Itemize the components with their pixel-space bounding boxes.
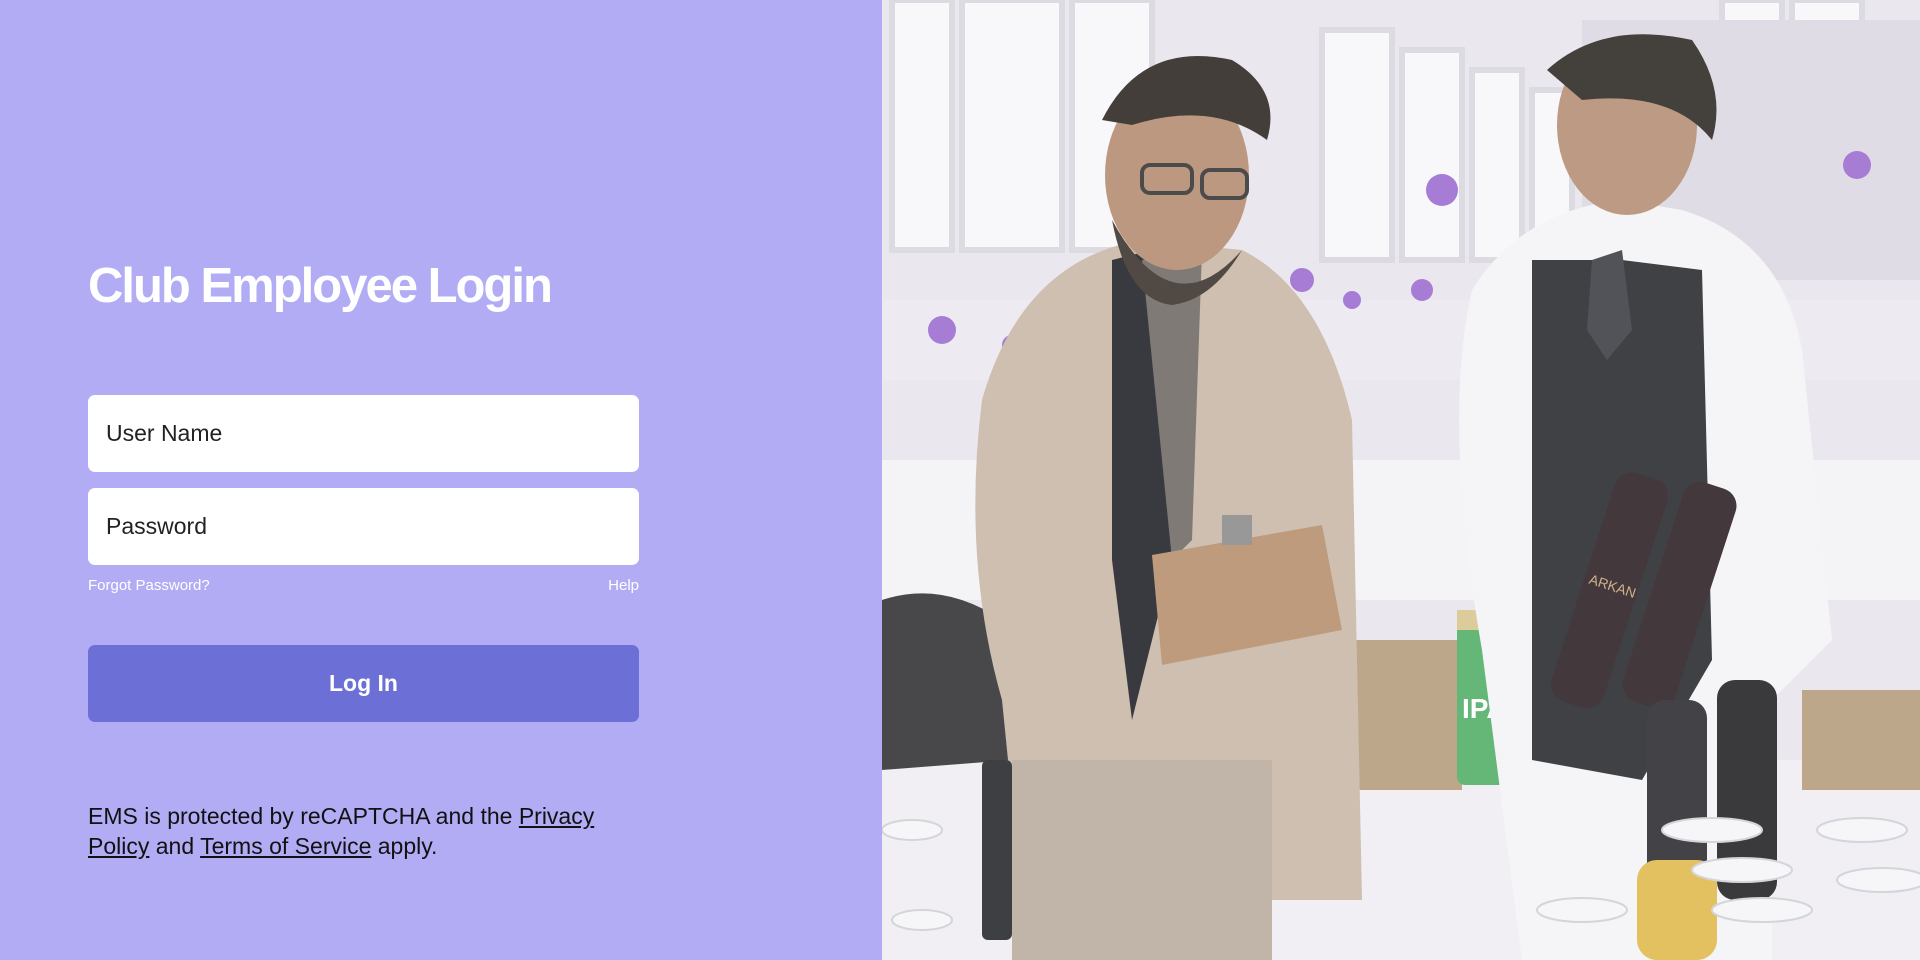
help-link[interactable]: Help: [608, 577, 639, 594]
login-button[interactable]: Log In: [88, 645, 639, 722]
username-input[interactable]: [88, 395, 639, 472]
recaptcha-middle: and: [149, 833, 201, 859]
terms-of-service-link[interactable]: Terms of Service: [200, 833, 371, 859]
hero-photo-illustration: IPA ARKAN: [882, 0, 1920, 960]
auth-links: Forgot Password? Help: [88, 577, 639, 597]
hero-photo: IPA ARKAN: [882, 0, 1920, 960]
recaptcha-prefix: EMS is protected by reCAPTCHA and the: [88, 803, 519, 829]
password-input[interactable]: [88, 488, 639, 565]
page-title: Club Employee Login: [88, 259, 553, 313]
recaptcha-notice: EMS is protected by reCAPTCHA and the Pr…: [88, 801, 648, 861]
recaptcha-suffix: apply.: [371, 833, 438, 859]
forgot-password-link[interactable]: Forgot Password?: [88, 577, 210, 594]
login-panel: Club Employee Login Forgot Password? Hel…: [0, 0, 882, 960]
